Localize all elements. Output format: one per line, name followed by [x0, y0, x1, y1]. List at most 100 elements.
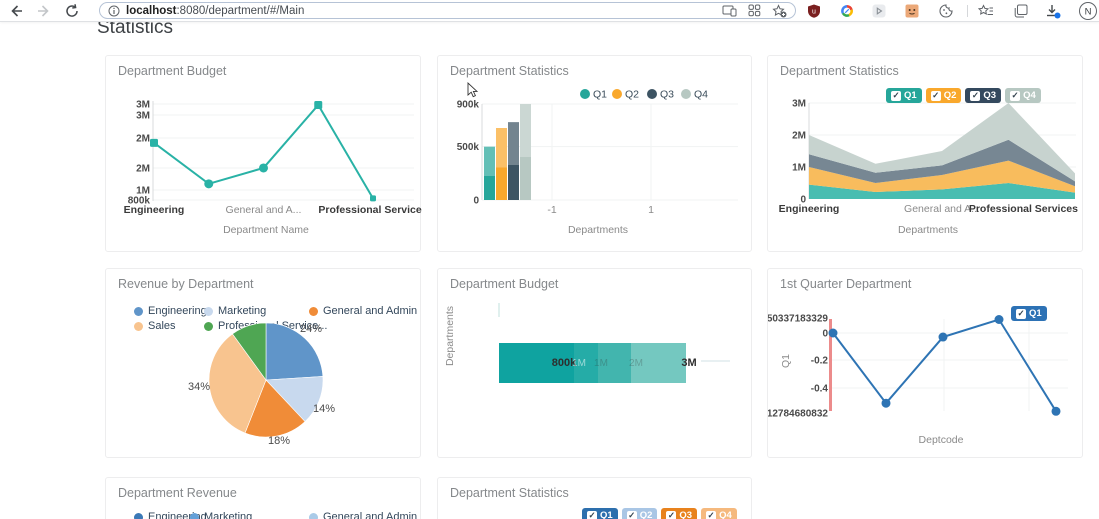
svg-text:2M: 2M — [136, 134, 150, 145]
svg-text:Deptcode: Deptcode — [919, 434, 964, 446]
svg-text:Departments: Departments — [568, 224, 628, 236]
url-host: localhost — [126, 5, 176, 17]
svg-text:3M: 3M — [681, 357, 696, 369]
svg-text:1: 1 — [648, 204, 654, 216]
svg-text:500k: 500k — [457, 142, 480, 153]
checkbox-icon: ✓ — [587, 511, 597, 519]
card-department-statistics-area: Department Statistics ✓Q1✓Q2✓Q3✓Q4 3M2M1… — [767, 55, 1083, 252]
page-info-icon[interactable] — [108, 5, 120, 17]
svg-text:3M: 3M — [792, 99, 806, 110]
svg-text:Q4: Q4 — [694, 89, 708, 101]
collections-icon[interactable] — [1013, 3, 1029, 19]
ublock-extension-icon[interactable]: u — [806, 3, 822, 19]
card-title: Department Revenue — [118, 486, 237, 500]
svg-text:24%: 24% — [300, 323, 322, 335]
svg-text:Department Name: Department Name — [223, 224, 309, 236]
card-department-statistics-bottom: Department Statistics ✓Q1✓Q2✓Q3✓Q4 — [437, 477, 752, 519]
svg-text:Q1: Q1 — [593, 89, 607, 101]
svg-text:12784680832: 12784680832 — [768, 409, 828, 420]
department-statistics-bar-chart[interactable]: 900k 500k 0 -1 1 Q1 Q2 Q3 Q4 Departments — [438, 56, 753, 253]
checkbox-icon: ✓ — [1010, 91, 1020, 101]
checkbox-icon: ✓ — [1016, 309, 1026, 319]
legend-toggle-q2[interactable]: ✓Q2 — [926, 88, 962, 103]
checkbox-icon: ✓ — [931, 91, 941, 101]
department-budget-horizontal-bar-chart[interactable]: Departments800k1M1M2M3M — [438, 269, 753, 459]
svg-text:Engineering: Engineering — [124, 204, 185, 216]
svg-text:2M: 2M — [792, 131, 806, 142]
toolbar-separator — [967, 5, 968, 17]
svg-text:14%: 14% — [313, 403, 335, 415]
first-quarter-line-chart[interactable]: 50337183329 0 -0.2 -0.4 12784680832 Q1 Deptcod… — [768, 269, 1084, 459]
svg-text:-0.4: -0.4 — [811, 384, 829, 395]
svg-text:1M: 1M — [572, 358, 586, 369]
apps-grid-icon[interactable] — [748, 4, 761, 17]
checkbox-icon: ✓ — [891, 91, 901, 101]
add-favorite-icon[interactable] — [772, 4, 787, 18]
legend-item-general-and-admin[interactable]: General and Admin — [309, 511, 417, 519]
svg-text:Departments: Departments — [898, 224, 958, 236]
profile-avatar[interactable]: N — [1077, 1, 1099, 21]
legend-dot — [190, 513, 199, 519]
svg-text:0: 0 — [473, 196, 479, 207]
forward-icon[interactable] — [34, 1, 54, 21]
card-department-revenue: Department Revenue EngineeringMarketingG… — [105, 477, 421, 519]
svg-text:N: N — [1085, 7, 1092, 18]
browser-window: localhost:8080/department/#/Main u — [0, 0, 1099, 519]
area-legend-buttons: ✓Q1 ✓Q2✓Q3 ✓Q4 — [886, 88, 1041, 103]
svg-text:-1: -1 — [547, 204, 556, 216]
avatar-extension-icon[interactable] — [904, 3, 920, 19]
mouse-cursor — [468, 83, 477, 97]
svg-text:Engineering: Engineering — [779, 203, 840, 215]
svg-text:-0.2: -0.2 — [811, 356, 829, 367]
checkbox-icon: ✓ — [627, 511, 637, 519]
legend-toggle-q1[interactable]: ✓Q1 — [1011, 306, 1047, 321]
legend-toggle-q4[interactable]: ✓Q4 — [1005, 88, 1041, 103]
url-text[interactable]: localhost:8080/department/#/Main — [126, 5, 304, 17]
favorites-icon[interactable] — [978, 3, 994, 19]
card-revenue-by-department: Revenue by Department EngineeringMarketi… — [105, 268, 421, 458]
send-to-device-icon[interactable] — [722, 4, 737, 17]
svg-text:3M: 3M — [136, 111, 150, 122]
svg-text:Departments: Departments — [444, 306, 456, 366]
legend-dot — [134, 513, 143, 519]
google-extension-icon[interactable] — [839, 3, 855, 19]
back-icon[interactable] — [6, 1, 26, 21]
checkbox-icon: ✓ — [706, 511, 716, 519]
svg-text:u: u — [812, 9, 816, 16]
url-path: :8080/department/#/Main — [176, 5, 304, 17]
browser-toolbar: localhost:8080/department/#/Main u — [0, 0, 1099, 22]
card-department-statistics-bar: Department Statistics 900k500k0-11Q1Q2Q3… — [437, 55, 752, 252]
legend-dot — [309, 513, 318, 519]
svg-text:Q1: Q1 — [780, 354, 792, 368]
bottom-legend-buttons: ✓Q1 ✓Q2✓Q3 ✓Q4 — [582, 508, 737, 519]
legend-toggle-q1[interactable]: ✓Q1 — [582, 508, 618, 519]
downloads-icon[interactable] — [1045, 3, 1061, 19]
checkbox-icon: ✓ — [970, 91, 980, 101]
department-budget-line-chart[interactable]: 3M3M2M2M1M800kEngineeringGeneral and A..… — [106, 56, 422, 253]
card-department-budget-hbar: Department Budget Departments800k1M1M2M3… — [437, 268, 752, 458]
svg-text:50337183329: 50337183329 — [768, 314, 828, 325]
svg-text:0: 0 — [822, 329, 828, 340]
legend-toggle-q3[interactable]: ✓Q3 — [965, 88, 1001, 103]
checkbox-icon: ✓ — [666, 511, 676, 519]
refresh-icon[interactable] — [62, 1, 82, 21]
card-first-quarter-department: 1st Quarter Department ✓Q1 503371833290-… — [767, 268, 1083, 458]
svg-text:1M: 1M — [594, 358, 608, 369]
svg-text:900k: 900k — [457, 100, 480, 111]
legend-toggle-q4[interactable]: ✓Q4 — [701, 508, 737, 519]
cookie-extension-icon[interactable] — [938, 3, 954, 19]
department-statistics-area-chart[interactable]: 3M2M1M0EngineeringGeneral and A...Profes… — [768, 56, 1084, 253]
legend-toggle-q1[interactable]: ✓Q1 — [886, 88, 922, 103]
address-bar[interactable]: localhost:8080/department/#/Main — [99, 2, 796, 19]
play-extension-icon[interactable] — [871, 3, 887, 19]
svg-text:18%: 18% — [268, 435, 290, 447]
legend-toggle-q3[interactable]: ✓Q3 — [661, 508, 697, 519]
svg-text:34%: 34% — [188, 381, 210, 393]
svg-text:1M: 1M — [792, 163, 806, 174]
legend-item-marketing[interactable]: Marketing — [190, 511, 252, 519]
svg-text:Professional Services: Professional Services — [969, 203, 1078, 215]
revenue-pie-chart[interactable]: 24% 14% 18% 34% — [106, 269, 422, 459]
legend-toggle-q2[interactable]: ✓Q2 — [622, 508, 658, 519]
svg-text:Q3: Q3 — [660, 89, 674, 101]
svg-text:Q2: Q2 — [625, 89, 639, 101]
